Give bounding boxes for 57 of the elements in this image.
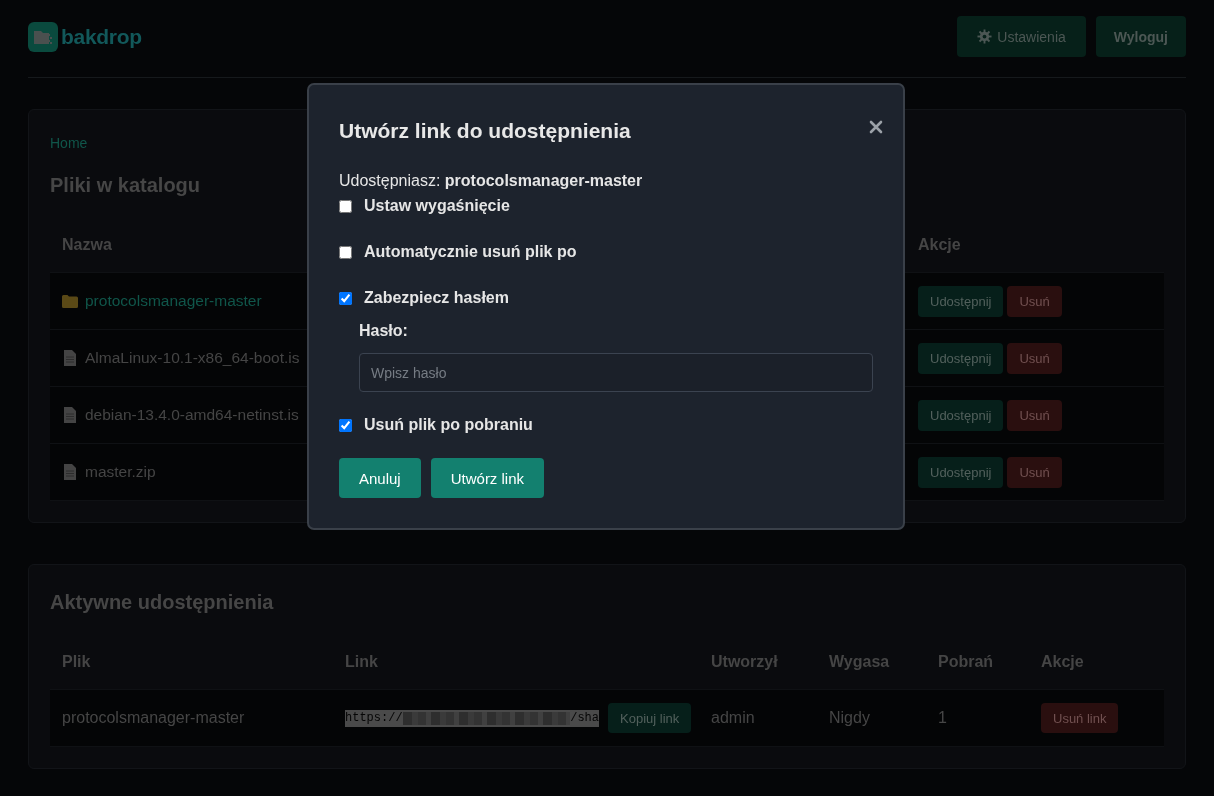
delete-link-button[interactable]: Usuń link	[1041, 703, 1119, 733]
pixelated-redaction-icon	[402, 711, 571, 725]
copy-link-button[interactable]: Kopiuj link	[608, 703, 692, 733]
gear-icon	[977, 29, 993, 44]
checkbox-label: Usuń plik po pobraniu	[364, 416, 533, 434]
column-header: Wygasa	[829, 653, 890, 671]
logo-icon	[28, 21, 58, 52]
table-cell: admin	[711, 709, 755, 727]
checkbox[interactable]	[339, 245, 352, 259]
column-header: Nazwa	[62, 236, 112, 254]
checkbox-label: Zabezpiecz hasłem	[364, 289, 509, 307]
logo-text: bakdrop	[61, 24, 142, 49]
checkbox-label: Ustaw wygaśnięcie	[364, 197, 510, 215]
close-icon[interactable]	[869, 120, 883, 134]
folder-icon	[62, 293, 78, 309]
section-title: Aktywne udostępnienia	[50, 590, 274, 614]
share-button[interactable]: Udostępnij	[918, 285, 1004, 317]
column-header: Akcje	[1041, 653, 1084, 671]
share-button[interactable]: Udostępnij	[918, 456, 1004, 488]
document-icon	[62, 350, 78, 366]
share-button[interactable]: Udostępnij	[918, 342, 1004, 374]
sharing-info: Udostępniasz: protocolsmanager-master	[339, 171, 643, 191]
share-button[interactable]: Udostępnij	[918, 399, 1004, 431]
table-cell: 1	[938, 709, 947, 727]
field-label: Hasło:	[359, 321, 408, 341]
link-text-start: https://	[345, 711, 403, 725]
column-header: Utworzył	[711, 653, 778, 671]
link-text-end: /sha	[570, 711, 599, 725]
file-name: master.zip	[85, 463, 156, 481]
column-header: Link	[345, 653, 378, 671]
delete-button[interactable]: Usuń	[1007, 285, 1062, 317]
checkbox[interactable]	[339, 199, 352, 213]
file-name: AlmaLinux-10.1-x86_64-boot.is	[85, 349, 300, 367]
column-header: Akcje	[918, 236, 961, 254]
logout-button[interactable]: Wyloguj	[1095, 16, 1186, 57]
settings-button[interactable]: Ustawienia	[957, 16, 1086, 57]
section-title: Pliki w katalogu	[50, 173, 201, 197]
checkbox[interactable]	[339, 291, 352, 305]
delete-button[interactable]: Usuń	[1007, 399, 1062, 431]
document-icon	[62, 407, 78, 423]
cancel-button[interactable]: Anuluj	[339, 458, 421, 498]
column-header: Pobrań	[938, 653, 994, 671]
delete-button[interactable]: Usuń	[1007, 342, 1062, 374]
folder-link[interactable]: protocolsmanager-master	[85, 292, 262, 310]
file-name: debian-13.4.0-amd64-netinst.is	[85, 406, 299, 424]
table-cell: Nigdy	[829, 709, 870, 727]
table-cell: protocolsmanager-master	[62, 709, 245, 727]
create-link-button[interactable]: Utwórz link	[430, 458, 545, 498]
column-header: Plik	[62, 653, 91, 671]
delete-button[interactable]: Usuń	[1007, 456, 1062, 488]
checkbox[interactable]	[339, 418, 352, 432]
breadcrumb-link[interactable]: Home	[50, 135, 88, 151]
document-icon	[62, 464, 78, 480]
checkbox-label: Automatycznie usuń plik po	[364, 243, 577, 261]
dialog-title: Utwórz link do udostępnienia	[339, 118, 631, 144]
password-field[interactable]: Wpisz hasło	[359, 353, 873, 392]
link-field[interactable]: https:// /sha	[345, 709, 599, 727]
